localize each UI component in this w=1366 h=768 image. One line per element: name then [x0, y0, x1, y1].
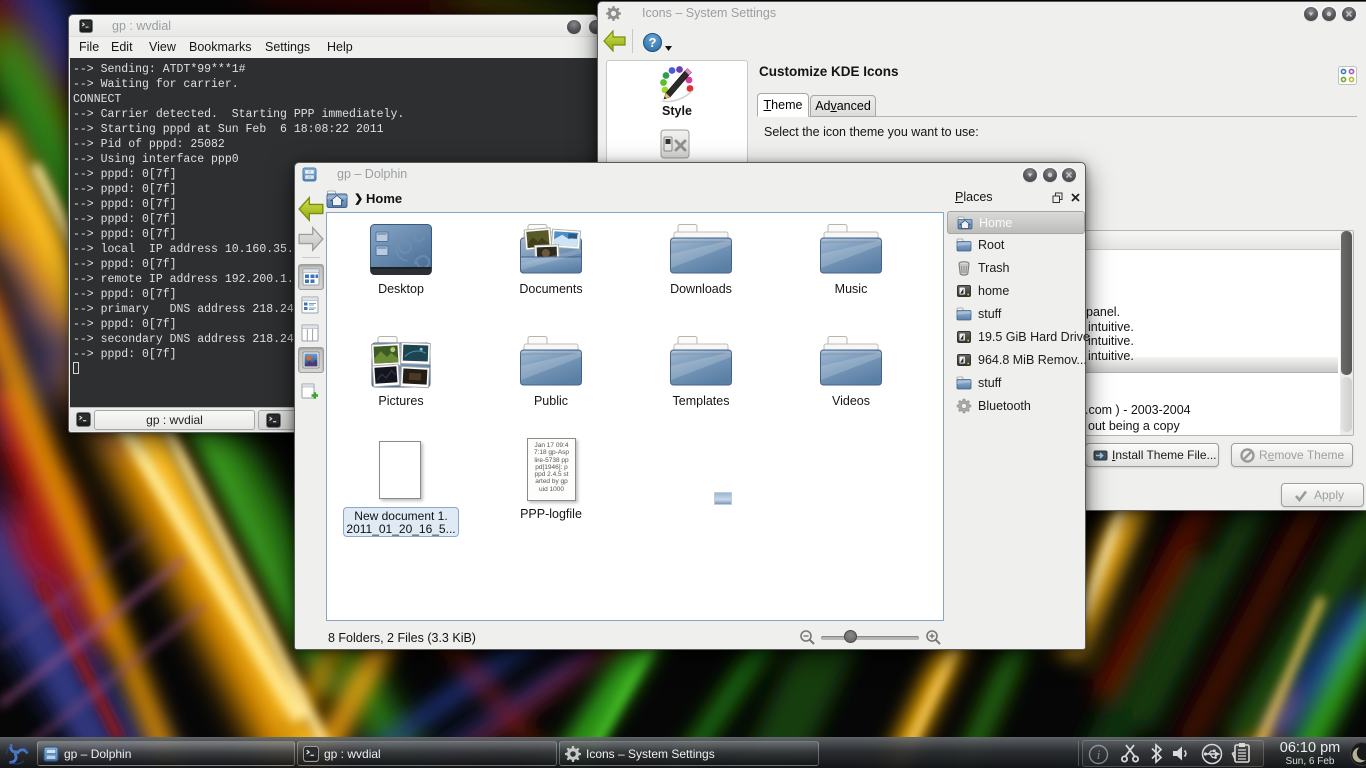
svg-text:i: i — [1097, 747, 1101, 762]
svg-text:?: ? — [649, 35, 657, 50]
